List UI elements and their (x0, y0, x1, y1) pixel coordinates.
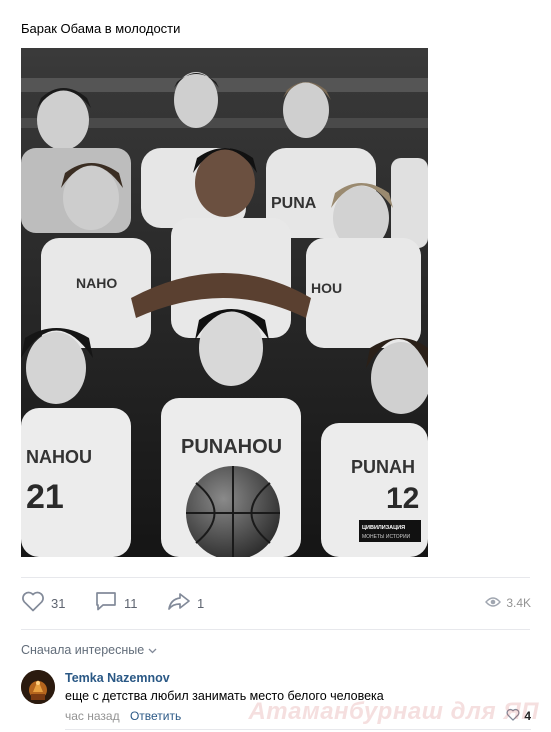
jersey-number-left: 21 (26, 478, 64, 516)
share-count: 1 (197, 595, 205, 611)
post-text: Барак Обама в молодости (21, 21, 181, 36)
jersey-text-middle-right: HOU (311, 280, 342, 296)
comment-button[interactable]: 11 (94, 590, 138, 616)
comment-meta: час назад Ответить (65, 709, 181, 723)
photo-stamp-line1: ЦИВИЛИЗАЦИЯ (362, 525, 405, 531)
views-counter: 3.4K (485, 590, 531, 616)
eye-icon (485, 596, 502, 611)
divider-top (21, 577, 530, 578)
reply-button[interactable]: Ответить (130, 709, 181, 723)
jersey-number-right: 12 (386, 482, 419, 515)
team-photo-illustration: NAHO HOU PUNA NAHOU PUNAHOU PUNAH 21 12 … (21, 48, 428, 557)
share-button[interactable]: 1 (167, 590, 204, 616)
watermark: Атаманбурнаш для ЯП (248, 698, 539, 725)
jersey-text-front-center: PUNAHOU (181, 436, 282, 458)
comment-time[interactable]: час назад (65, 709, 120, 723)
jersey-text-front-left: NAHOU (26, 447, 92, 467)
comment-divider (65, 729, 531, 730)
jersey-text-back: PUNA (271, 195, 317, 212)
post-photo[interactable]: NAHO HOU PUNA NAHOU PUNAHOU PUNAH 21 12 … (21, 48, 428, 557)
comment-count: 11 (124, 595, 138, 611)
comment-icon (94, 590, 118, 617)
views-count: 3.4K (506, 596, 531, 610)
post-actions: 31 11 1 3.4K (21, 590, 531, 616)
comments-sort-label: Сначала интересные (21, 643, 145, 657)
divider-bottom (21, 629, 530, 630)
chevron-down-icon (148, 643, 157, 657)
avatar[interactable] (21, 670, 55, 704)
share-icon (167, 590, 191, 617)
heart-icon (21, 590, 45, 617)
jersey-text-middle-left: NAHO (76, 275, 117, 291)
like-button[interactable]: 31 (21, 590, 65, 616)
photo-stamp-line2: МОНЕТЫ ИСТОРИИ (362, 534, 411, 540)
comment-author[interactable]: Temka Nazemnov (65, 671, 170, 685)
jersey-text-front-right: PUNAH (351, 457, 415, 477)
comments-sort-dropdown[interactable]: Сначала интересные (21, 643, 157, 657)
like-count: 31 (51, 595, 66, 611)
